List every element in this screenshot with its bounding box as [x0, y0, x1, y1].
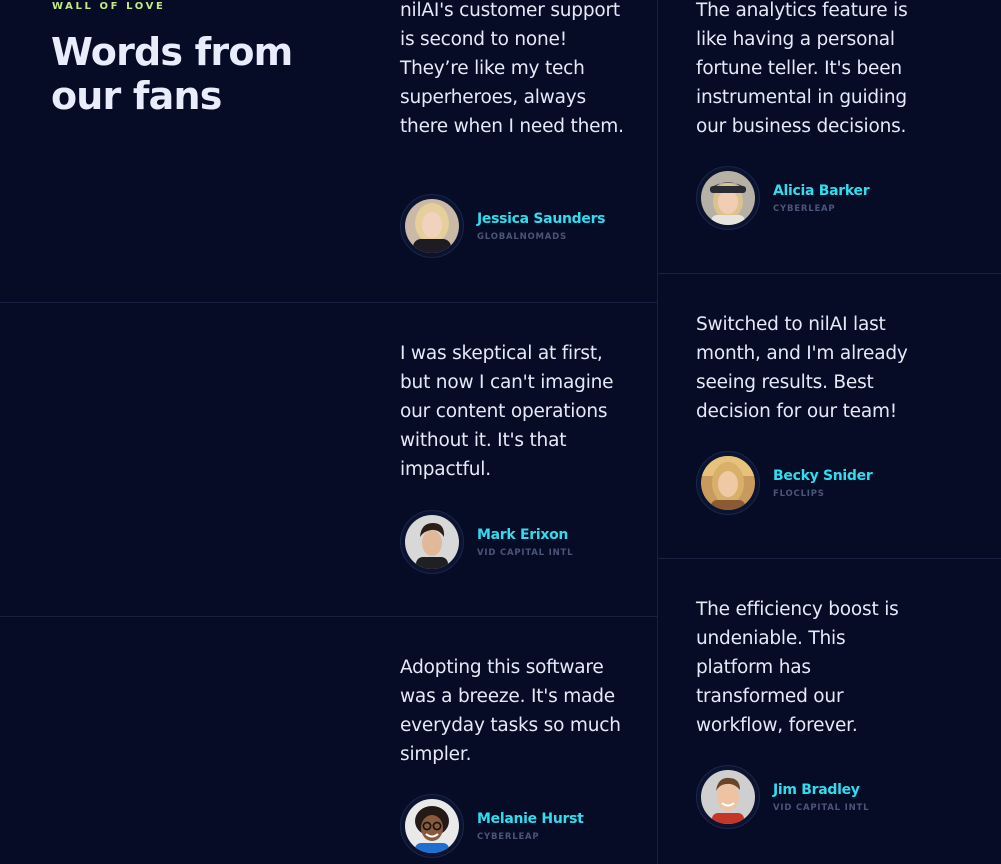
testimonial-author: Becky Snider FLOCLIPS: [696, 451, 873, 515]
testimonial-author: Melanie Hurst CYBERLEAP: [400, 794, 584, 858]
author-company: CYBERLEAP: [773, 203, 836, 214]
author-company: VID CAPITAL INTL: [477, 547, 574, 558]
author-company: CYBERLEAP: [477, 831, 540, 842]
section-eyebrow: WALL OF LOVE: [52, 1, 166, 12]
row-divider: [658, 558, 1001, 559]
author-company: VID CAPITAL INTL: [773, 802, 870, 813]
testimonial-author: Jessica Saunders GLOBALNOMADS: [400, 194, 606, 258]
row-divider: [0, 616, 658, 617]
testimonial-quote: nilAI's customer support is second to no…: [400, 0, 624, 137]
wall-of-love-section: WALL OF LOVE Words from our fans nilAI's…: [0, 0, 1001, 864]
testimonial-quote: Adopting this software was a breeze. It'…: [400, 657, 621, 765]
author-company: GLOBALNOMADS: [477, 231, 567, 242]
author-name: Melanie Hurst: [477, 810, 584, 827]
testimonial-card: I was skeptical at first, but now I can'…: [400, 339, 628, 574]
testimonial-quote: I was skeptical at first, but now I can'…: [400, 343, 614, 480]
author-name: Jim Bradley: [773, 781, 860, 798]
testimonial-quote: The efficiency boost is undeniable. This…: [696, 599, 899, 736]
author-name: Becky Snider: [773, 467, 873, 484]
woman-glasses-avatar-icon: [400, 794, 464, 858]
woman-blonde-avatar-icon: [400, 194, 464, 258]
testimonial-card: The analytics feature is like having a p…: [696, 0, 924, 230]
man-dark-hair-avatar-icon: [400, 510, 464, 574]
author-name: Alicia Barker: [773, 182, 870, 199]
row-divider: [0, 302, 658, 303]
woman-cap-avatar-icon: [696, 166, 760, 230]
testimonial-card: nilAI's customer support is second to no…: [400, 0, 628, 258]
testimonial-card: The efficiency boost is undeniable. This…: [696, 595, 924, 829]
testimonial-card: Adopting this software was a breeze. It'…: [400, 653, 628, 858]
woman-sunlit-avatar-icon: [696, 451, 760, 515]
testimonial-quote: Switched to nilAI last month, and I'm al…: [696, 314, 908, 422]
testimonial-quote: The analytics feature is like having a p…: [696, 0, 908, 137]
testimonial-author: Mark Erixon VID CAPITAL INTL: [400, 510, 573, 574]
column-divider: [657, 0, 658, 864]
author-name: Mark Erixon: [477, 526, 569, 543]
section-title: Words from our fans: [51, 30, 293, 118]
row-divider: [658, 273, 1001, 274]
author-company: FLOCLIPS: [773, 488, 825, 499]
testimonial-author: Jim Bradley VID CAPITAL INTL: [696, 765, 869, 829]
testimonial-author: Alicia Barker CYBERLEAP: [696, 166, 870, 230]
man-smiling-avatar-icon: [696, 765, 760, 829]
testimonial-card: Switched to nilAI last month, and I'm al…: [696, 310, 924, 515]
author-name: Jessica Saunders: [477, 210, 606, 227]
